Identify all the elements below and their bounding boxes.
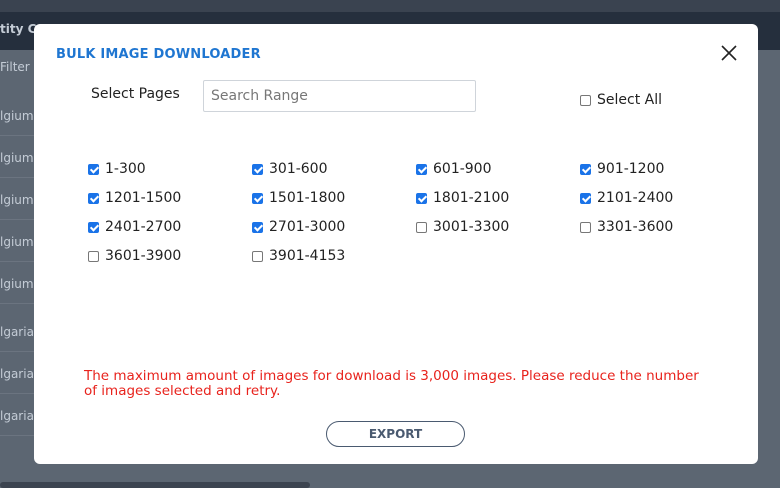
background-row-text: lgium <box>0 193 34 207</box>
background-row: lgium <box>0 265 34 304</box>
page-range-checkbox[interactable]: 1201-1500 <box>88 190 181 206</box>
close-button[interactable] <box>718 42 740 64</box>
checkbox-checked[interactable] <box>580 192 591 204</box>
page-range-checkbox[interactable]: 1801-2100 <box>416 190 509 206</box>
page-range-label: 3001-3300 <box>433 219 510 235</box>
page-range-checkbox[interactable]: 3901-4153 <box>252 248 345 264</box>
bulk-image-downloader-dialog: BULK IMAGE DOWNLOADER Select Pages Selec… <box>34 24 758 464</box>
page-range-label: 301-600 <box>269 161 328 177</box>
page-range-checkbox[interactable]: 601-900 <box>416 161 492 177</box>
checkbox-unchecked[interactable] <box>416 221 427 233</box>
checkbox-checked[interactable] <box>252 163 263 175</box>
page-range-checkbox[interactable]: 2401-2700 <box>88 219 181 235</box>
checkbox-checked[interactable] <box>88 192 99 204</box>
page-range-checkbox[interactable]: 901-1200 <box>580 161 664 177</box>
background-row: lgium <box>0 97 34 136</box>
page-range-checkbox[interactable]: 3001-3300 <box>416 219 509 235</box>
page-range-checkbox[interactable]: 301-600 <box>252 161 328 177</box>
background-row: lgium <box>0 223 34 262</box>
checkbox-unchecked[interactable] <box>580 221 591 233</box>
checkbox-unchecked[interactable] <box>88 250 99 262</box>
export-button[interactable]: EXPORT <box>326 421 465 447</box>
select-all-checkbox[interactable]: Select All <box>580 92 662 108</box>
page-range-grid: 1-300 301-600 601-900 901-1200 1201-1500 1501… <box>88 161 728 281</box>
page-range-label: 1501-1800 <box>269 190 346 206</box>
background-filter-text: Filter <box>0 60 30 74</box>
page-range-checkbox[interactable]: 3301-3600 <box>580 219 673 235</box>
select-all-box[interactable] <box>580 94 591 106</box>
page-range-checkbox[interactable]: 1501-1800 <box>252 190 345 206</box>
page-range-label: 2701-3000 <box>269 219 346 235</box>
checkbox-checked[interactable] <box>252 221 263 233</box>
page-range-label: 3901-4153 <box>269 248 346 264</box>
select-all-label: Select All <box>597 92 662 108</box>
checkbox-checked[interactable] <box>416 163 427 175</box>
search-range-input[interactable] <box>203 80 476 112</box>
checkbox-checked[interactable] <box>88 221 99 233</box>
background-row-text: lgium <box>0 277 34 291</box>
background-row: lgaria <box>0 313 34 352</box>
dialog-title: BULK IMAGE DOWNLOADER <box>56 47 261 62</box>
error-message: The maximum amount of images for downloa… <box>84 368 699 399</box>
checkbox-checked[interactable] <box>580 163 591 175</box>
background-row-text: lgaria <box>0 325 34 339</box>
page-range-label: 1801-2100 <box>433 190 510 206</box>
page-range-label: 3301-3600 <box>597 219 674 235</box>
close-icon <box>721 45 737 61</box>
background-row: lgium <box>0 181 34 220</box>
select-pages-label: Select Pages <box>91 86 180 102</box>
checkbox-checked[interactable] <box>252 192 263 204</box>
page-range-checkbox[interactable]: 2701-3000 <box>252 219 345 235</box>
page-range-label: 2401-2700 <box>105 219 182 235</box>
checkbox-unchecked[interactable] <box>252 250 263 262</box>
background-row-text: lgium <box>0 109 34 123</box>
background-row: lgium <box>0 139 34 178</box>
background-row: lgaria <box>0 355 34 394</box>
page-range-label: 1201-1500 <box>105 190 182 206</box>
page-range-label: 2101-2400 <box>597 190 674 206</box>
checkbox-checked[interactable] <box>416 192 427 204</box>
background-scrollbar <box>0 482 310 488</box>
background-top-strip <box>0 0 780 12</box>
page-range-checkbox[interactable]: 1-300 <box>88 161 146 177</box>
background-row-text: lgaria <box>0 367 34 381</box>
background-row-text: lgium <box>0 235 34 249</box>
page-range-label: 1-300 <box>105 161 146 177</box>
checkbox-checked[interactable] <box>88 163 99 175</box>
page-range-label: 3601-3900 <box>105 248 182 264</box>
page-range-label: 601-900 <box>433 161 492 177</box>
page-range-checkbox[interactable]: 2101-2400 <box>580 190 673 206</box>
page-range-label: 901-1200 <box>597 161 665 177</box>
background-row: lgaria <box>0 397 34 436</box>
background-row-text: lgium <box>0 151 34 165</box>
background-row-text: lgaria <box>0 409 34 423</box>
page-range-checkbox[interactable]: 3601-3900 <box>88 248 181 264</box>
